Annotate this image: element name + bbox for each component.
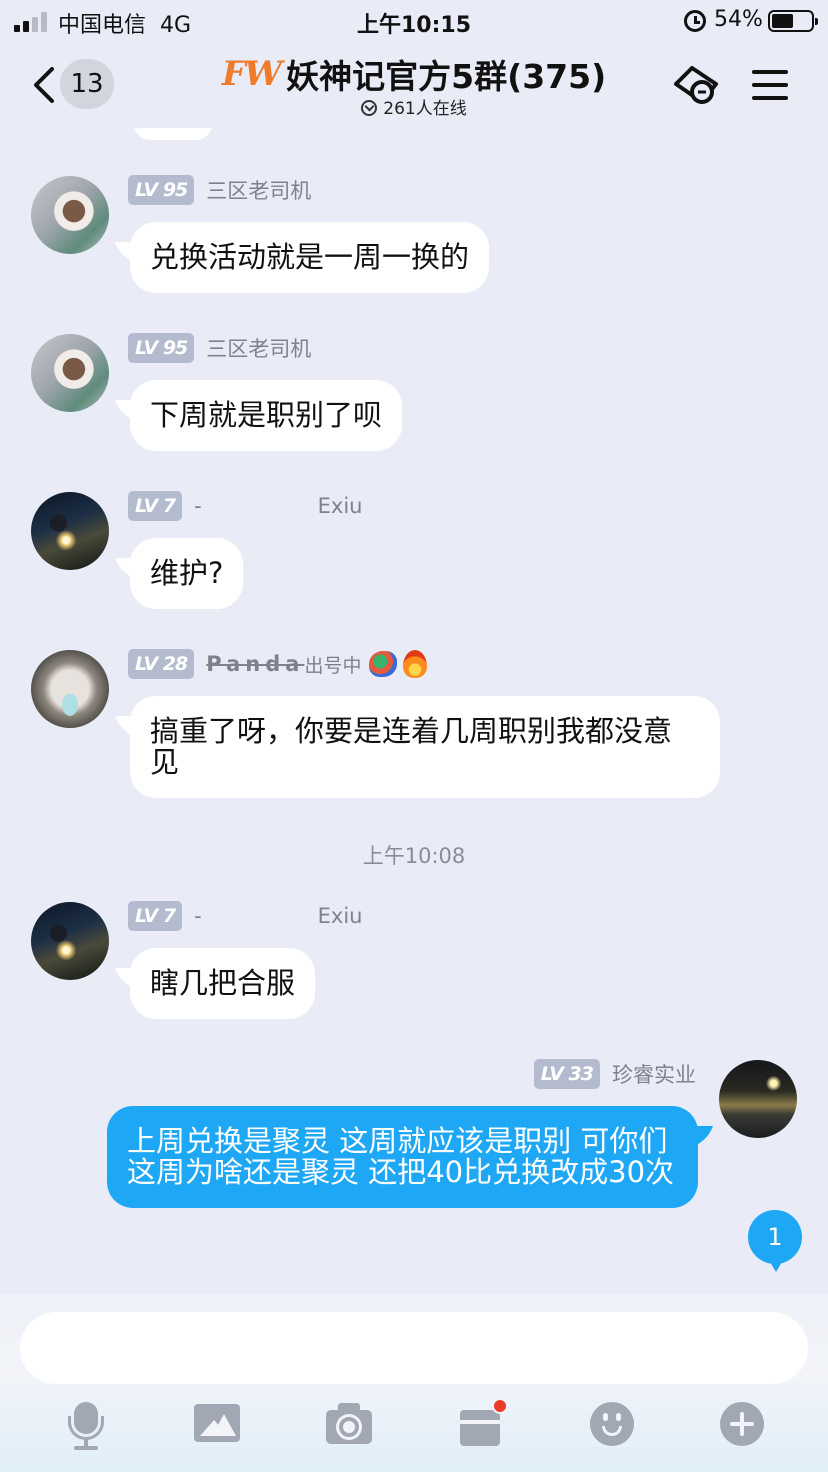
status-bar: 中国电信 4G 上午10:15 54% [0,0,828,42]
mic-icon[interactable] [60,1398,112,1450]
level-badge: LV 95 [128,175,195,205]
input-area [0,1294,828,1472]
level-badge: LV 95 [128,333,195,363]
my-message-bubble[interactable]: 上周兑换是聚灵 这周就应该是职别 可你们这周为啥还是聚灵 还把40比兑换改成30… [107,1106,698,1208]
avatar[interactable] [31,492,109,570]
level-badge: LV 28 [128,649,195,679]
message-bubble[interactable]: 维护? [130,538,244,609]
level-badge: LV 7 [128,901,183,931]
sender-name-extra: Exiu [317,904,363,928]
sender-info: LV 7 - Exiu [128,900,362,932]
sender-name: 三区老司机 [206,179,312,203]
sender-info: LV 7 - Exiu [128,490,362,522]
my-name: 珍睿实业 [612,1063,696,1087]
dragon-badge-icon [369,651,398,677]
chat-header: 13 FW 妖神记官方5群(375) 261人在线 [0,42,828,128]
message-list[interactable]: LV 95 三区老司机 兑换活动就是一周一换的 LV 95 三区老司机 下周就是… [0,128,828,1294]
plus-icon[interactable] [716,1398,768,1450]
chevron-down-circle-icon [361,100,378,116]
sender-name: 三区老司机 [206,337,312,361]
avatar[interactable] [31,650,109,728]
sender-name: - [194,494,202,518]
menu-icon[interactable] [752,68,788,102]
message-input[interactable] [20,1312,808,1384]
group-ticket-icon[interactable] [672,62,724,108]
sender-name: Panda [206,652,305,676]
sender-name-extra: Exiu [317,494,363,518]
message-bubble[interactable]: 下周就是职别了呗 [130,380,403,451]
battery-percent: 54% [714,7,763,32]
alarm-icon [684,10,706,32]
sender-name: - [194,904,202,928]
message-timestamp: 上午10:08 [362,844,466,868]
emoji-icon[interactable] [586,1398,638,1450]
sender-info: LV 95 三区老司机 [128,174,311,206]
level-badge: LV 7 [128,491,183,521]
fire-badge-icon [403,650,428,678]
image-icon[interactable] [192,1398,244,1450]
message-bubble[interactable]: 兑换活动就是一周一换的 [130,222,490,293]
message-bubble[interactable]: 搞重了呀，你要是连着几周职别我都没意见 [130,696,720,798]
avatar[interactable] [31,902,109,980]
level-badge: LV 33 [533,1059,600,1089]
notification-dot [492,1398,508,1414]
new-message-indicator[interactable]: 1 [748,1210,802,1272]
sender-name-suffix: 出号中 [304,654,362,677]
group-name: 妖神记官方5群(375) [286,57,607,96]
my-avatar[interactable] [719,1060,797,1138]
message-bubble[interactable]: 瞎几把合服 [130,948,316,1019]
previous-message-bubble [134,128,212,140]
avatar[interactable] [31,176,109,254]
camera-icon[interactable] [324,1398,376,1450]
gift-icon[interactable] [456,1398,508,1450]
online-count-label: 261人在线 [383,99,467,119]
battery-icon [768,10,818,32]
sender-info: LV 95 三区老司机 [128,332,311,364]
game-logo: FW [221,54,282,94]
sender-info: LV 28 Panda 出号中 [128,648,428,680]
avatar[interactable] [31,334,109,412]
my-sender-info: LV 33 珍睿实业 [533,1058,696,1090]
